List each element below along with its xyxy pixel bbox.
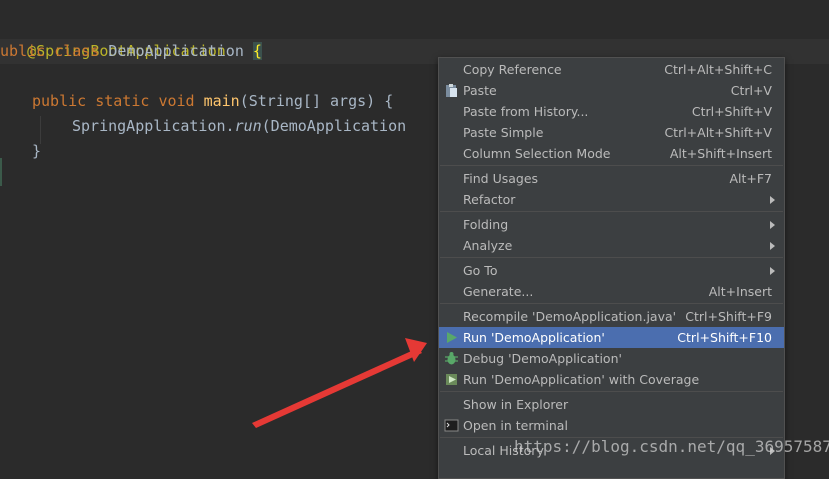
watermark: https://blog.csdn.net/qq_36957587 — [514, 437, 829, 456]
red-arrow-annotation — [252, 338, 427, 428]
